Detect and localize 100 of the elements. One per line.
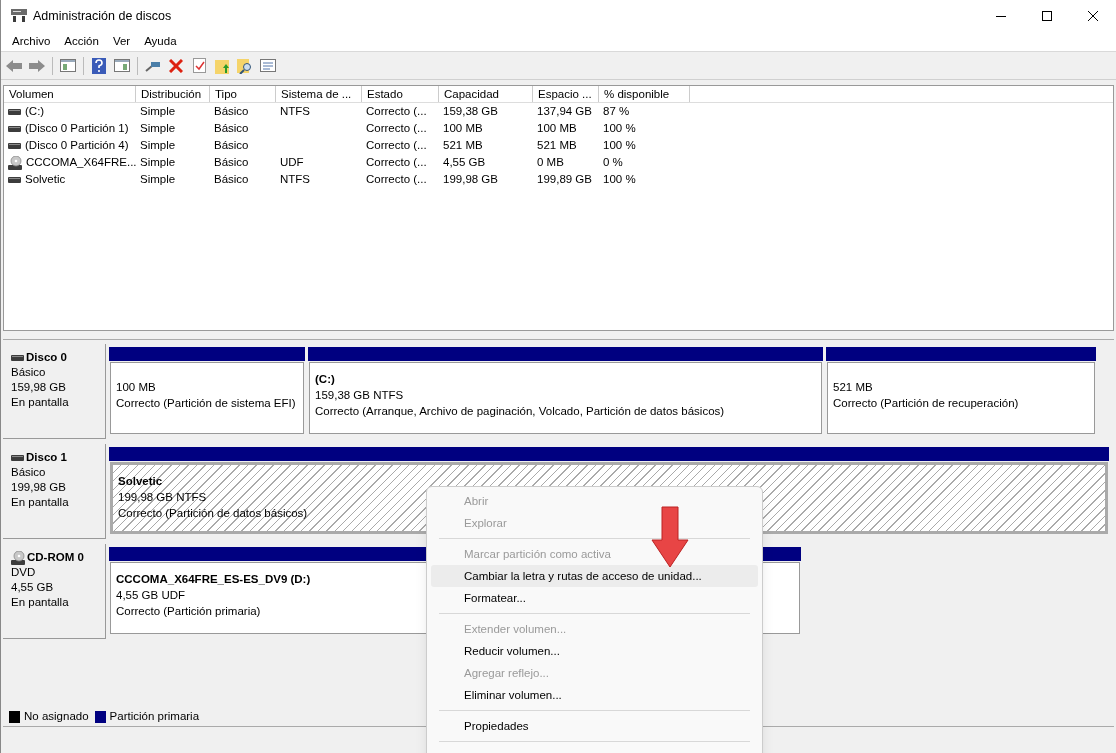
partition-size: 159,38 GB NTFS (315, 388, 404, 403)
disk-label-panel[interactable]: Disco 1 Básico 199,98 GB En pantalla (3, 444, 106, 539)
disk-label-panel[interactable]: Disco 0 Básico 159,98 GB En pantalla (3, 344, 106, 439)
table-cell-text: UDF (280, 154, 304, 170)
partition-size: 521 MB (833, 380, 873, 395)
table-cell-text: 137,94 GB (537, 103, 592, 119)
table-cell-text: CCCOMA_X64FRE... (26, 154, 137, 170)
column-header[interactable]: Capacidad (439, 86, 533, 102)
menu-item[interactable]: Archivo (5, 31, 58, 52)
menu-item[interactable]: Ayuda (137, 31, 184, 52)
disk-status: En pantalla (11, 395, 70, 410)
search-icon (237, 57, 253, 74)
disk-management-icon (11, 9, 27, 23)
delete-icon (169, 58, 183, 73)
back-icon (6, 59, 22, 72)
disk-size: 4,55 GB (11, 580, 55, 595)
table-cell-text: Simple (140, 137, 176, 153)
table-cell-text: Correcto (... (366, 137, 427, 153)
close-icon (1088, 11, 1098, 21)
table-cell-text: Básico (214, 171, 249, 187)
plug-icon (145, 59, 161, 72)
arrow-icon (651, 506, 689, 568)
table-cell-text: 521 MB (443, 137, 483, 153)
menu-item[interactable]: Propiedades (431, 715, 758, 737)
table-cell-text: Simple (140, 120, 176, 136)
drive-icon (8, 176, 21, 183)
disk-status: En pantalla (11, 495, 70, 510)
partition-name: CCCOMA_X64FRE_ES-ES_DV9 (D:) (116, 572, 311, 587)
partition-status: Correcto (Partición de recuperación) (833, 396, 1019, 411)
column-header[interactable]: % disponible (599, 86, 690, 102)
disk-size: 159,98 GB (11, 380, 67, 395)
table-cell-text: (Disco 0 Partición 1) (25, 120, 129, 136)
column-header[interactable]: Estado (362, 86, 439, 102)
partition-status: Correcto (Partición de sistema EFI) (116, 396, 296, 411)
table-cell-text: Simple (140, 103, 176, 119)
table-cell-text: Simple (140, 154, 176, 170)
column-header[interactable]: Sistema de ... (276, 86, 362, 102)
legend-label: No asignado (24, 708, 89, 724)
drive-icon (11, 354, 24, 361)
menu-item[interactable]: Acción (57, 31, 106, 52)
disk-name: Disco 1 (26, 450, 67, 465)
table-cell-text: Solvetic (25, 171, 66, 187)
partition-size: 199,98 GB NTFS (118, 490, 207, 505)
table-cell-text: Correcto (... (366, 154, 427, 170)
forward-icon (29, 59, 45, 72)
disk-type: Básico (11, 465, 47, 480)
menu-item[interactable]: Ver (105, 31, 138, 52)
table-cell-text: Básico (214, 103, 249, 119)
menu-item[interactable]: Eliminar volumen... (431, 684, 758, 706)
legend-label: Partición primaria (109, 708, 200, 724)
table-cell-text: Correcto (... (366, 120, 427, 136)
partition-name: (C:) (315, 372, 335, 387)
table-cell-text: Correcto (... (366, 171, 427, 187)
table-cell-text: 100 % (603, 171, 636, 187)
drive-icon (8, 108, 21, 115)
table-cell-text: 159,38 GB (443, 103, 498, 119)
column-header[interactable]: Distribución (136, 86, 210, 102)
disk-name: CD-ROM 0 (27, 550, 84, 565)
column-header[interactable]: Tipo (210, 86, 276, 102)
window-title: Administración de discos (33, 7, 172, 25)
folder-icon (214, 57, 230, 74)
disk-type: DVD (11, 565, 37, 580)
disk-type: Básico (11, 365, 47, 380)
checklist-icon (192, 58, 206, 73)
table-cell-text: 100 MB (443, 120, 483, 136)
table-cell-text: Básico (214, 120, 249, 136)
menu-item[interactable]: Reducir volumen... (431, 640, 758, 662)
table-cell-text: 0 MB (537, 154, 564, 170)
partition-size: 100 MB (116, 380, 156, 395)
help-icon (92, 57, 106, 74)
table-cell-text: 0 % (603, 154, 623, 170)
menu-item[interactable]: Cambiar la letra y rutas de acceso de unidad... (431, 565, 758, 587)
table-cell-text: 521 MB (537, 137, 577, 153)
disk-label-panel[interactable]: CD-ROM 0 DVD 4,55 GB En pantalla (3, 544, 106, 639)
table-cell-text: NTFS (280, 103, 311, 119)
partition-name: Solvetic (118, 474, 163, 489)
panel-icon (114, 59, 130, 72)
menu-item[interactable]: Formatear... (431, 587, 758, 609)
drive-icon (11, 454, 24, 461)
drive-icon (8, 125, 21, 132)
table-cell-text: (C:) (25, 103, 45, 119)
disk-status: En pantalla (11, 595, 70, 610)
table-cell-text: 199,89 GB (537, 171, 592, 187)
list-icon (260, 59, 276, 72)
table-cell-text: Correcto (... (366, 103, 427, 119)
table-cell-text: 4,55 GB (443, 154, 486, 170)
table-cell-text: 100 MB (537, 120, 577, 136)
maximize-icon (1042, 11, 1052, 21)
table-cell-text: (Disco 0 Partición 4) (25, 137, 129, 153)
partition-size: 4,55 GB UDF (116, 588, 186, 603)
table-cell-text: 100 % (603, 137, 636, 153)
column-header[interactable]: Espacio ... (533, 86, 599, 102)
column-header[interactable]: Volumen (4, 86, 136, 102)
drive-icon (8, 142, 21, 149)
table-cell-text: 87 % (603, 103, 630, 119)
cd-drive-icon (8, 155, 22, 170)
disk-name: Disco 0 (26, 350, 67, 365)
minimize-icon (996, 15, 1006, 17)
partition-status: Correcto (Partición primaria) (116, 604, 261, 619)
table-cell-text: Simple (140, 171, 176, 187)
